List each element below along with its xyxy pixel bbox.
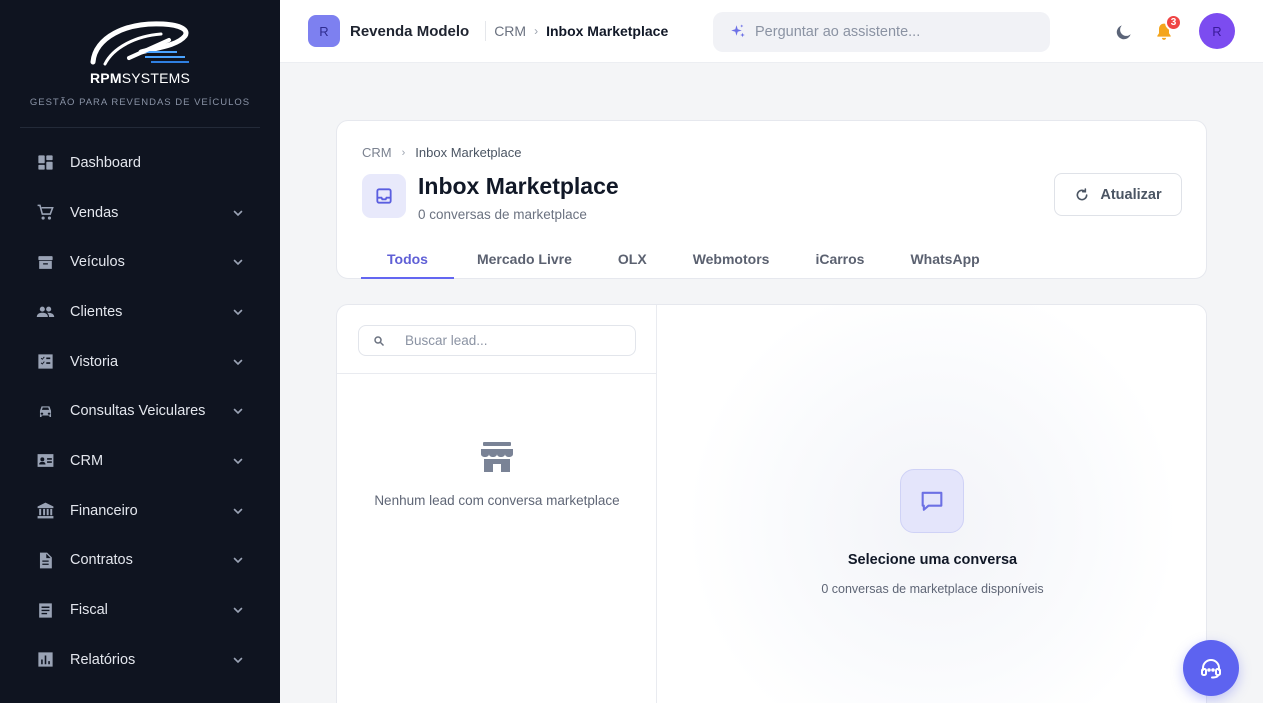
chevron-right-icon: › — [534, 24, 539, 38]
refresh-label: Atualizar — [1100, 186, 1162, 203]
chevron-down-icon — [233, 408, 243, 415]
tab-todos[interactable]: Todos — [361, 243, 454, 279]
divider — [485, 21, 487, 41]
sidebar-item-label: Veículos — [70, 254, 125, 271]
marketplace-tabs: Todos Mercado Livre OLX Webmotors iCarros Wha… — [361, 243, 1003, 279]
chevron-down-icon — [233, 309, 243, 316]
inbox-panel: Nenhum lead com conversa marketplace Sel… — [336, 304, 1207, 703]
sidebar-item-label: Consultas Veiculares — [70, 403, 206, 420]
empty-chat-title: Selecione uma conversa — [847, 552, 1018, 568]
chevron-down-icon — [233, 359, 243, 365]
sidebar-item-relatorios[interactable]: Relatórios — [0, 635, 280, 685]
sidebar-item-label: Clientes — [70, 303, 123, 320]
archive-icon — [36, 253, 55, 272]
refresh-button[interactable]: Atualizar — [1054, 173, 1182, 216]
sidebar-item-veiculos[interactable]: Veículos — [0, 237, 280, 287]
inbox-icon — [362, 174, 406, 218]
divider — [337, 373, 657, 374]
breadcrumb-current: Inbox Marketplace — [546, 23, 669, 39]
top-bar: R Revenda Modelo CRM › Inbox Marketplace… — [280, 0, 1263, 63]
org-name[interactable]: Revenda Modelo — [350, 23, 469, 40]
page-subtitle: 0 conversas de marketplace — [418, 207, 587, 222]
notification-badge: 3 — [1165, 14, 1182, 31]
sidebar-item-consultas-veiculares[interactable]: Consultas Veiculares — [0, 386, 280, 436]
user-avatar[interactable]: R — [1199, 13, 1235, 49]
store-icon — [481, 442, 513, 472]
sidebar-nav: Dashboard Vendas Veículos Clientes Vistoria C… — [0, 128, 280, 685]
page-title: Inbox Marketplace — [418, 173, 619, 199]
people-icon — [36, 302, 55, 321]
moon-icon[interactable] — [1114, 22, 1134, 42]
lead-list-pane: Nenhum lead com conversa marketplace — [337, 305, 657, 703]
sidebar-item-label: Dashboard — [70, 154, 141, 171]
lead-search-input[interactable] — [405, 333, 625, 348]
sidebar-item-label: Contratos — [70, 552, 133, 569]
dashboard-icon — [36, 153, 55, 172]
contact-card-icon — [36, 451, 55, 470]
chevron-down-icon — [233, 558, 243, 564]
brand-tagline: GESTÃO PARA REVENDAS DE VEÍCULOS — [29, 97, 251, 108]
empty-chat-subtitle: 0 conversas de marketplace disponíveis — [821, 582, 1044, 596]
chevron-down-icon — [233, 259, 243, 266]
headset-icon — [1201, 659, 1221, 679]
page-header-card: CRM › Inbox Marketplace Inbox Marketplac… — [336, 120, 1207, 279]
conversation-pane: Selecione uma conversa 0 conversas de ma… — [657, 305, 1206, 703]
rpm-logo-mark — [90, 21, 189, 66]
sidebar-item-label: Vistoria — [70, 353, 119, 370]
chevron-down-icon — [233, 607, 243, 614]
sidebar-item-crm[interactable]: CRM — [0, 436, 280, 486]
search-icon — [374, 335, 385, 346]
sidebar-item-fiscal[interactable]: Fiscal — [0, 585, 280, 635]
chevron-down-icon — [233, 657, 243, 663]
sidebar-item-dashboard[interactable]: Dashboard — [0, 138, 280, 188]
logo[interactable]: RPMSYSTEMS GESTÃO PARA REVENDAS DE VEÍCU… — [20, 0, 260, 128]
empty-leads-message: Nenhum lead com conversa marketplace — [374, 493, 620, 508]
car-icon — [36, 402, 55, 421]
tab-olx[interactable]: OLX — [595, 243, 670, 279]
chevron-down-icon — [233, 210, 243, 216]
sidebar-item-label: Fiscal — [70, 602, 108, 619]
sparkle-icon — [731, 24, 745, 38]
checklist-icon — [36, 352, 55, 371]
sidebar: RPMSYSTEMS GESTÃO PARA REVENDAS DE VEÍCU… — [0, 0, 280, 703]
page-breadcrumb-current: Inbox Marketplace — [415, 145, 522, 160]
sidebar-item-label: CRM — [70, 452, 104, 469]
sidebar-item-contratos[interactable]: Contratos — [0, 536, 280, 586]
sidebar-item-label: Financeiro — [70, 502, 138, 519]
document-icon — [36, 551, 55, 570]
bank-icon — [36, 501, 55, 520]
sidebar-item-label: Relatórios — [70, 651, 136, 668]
page-breadcrumb: CRM › Inbox Marketplace — [362, 145, 522, 160]
org-avatar[interactable]: R — [308, 15, 340, 47]
tab-mercado-livre[interactable]: Mercado Livre — [454, 243, 595, 279]
tab-webmotors[interactable]: Webmotors — [670, 243, 793, 279]
assistant-search[interactable] — [713, 12, 1050, 52]
sidebar-item-clientes[interactable]: Clientes — [0, 287, 280, 337]
lead-search[interactable] — [358, 325, 636, 356]
sidebar-item-label: Vendas — [70, 204, 119, 221]
sidebar-item-financeiro[interactable]: Financeiro — [0, 486, 280, 536]
chevron-right-icon: › — [401, 146, 406, 159]
breadcrumb-crm[interactable]: CRM — [494, 23, 526, 39]
chat-bubble-icon — [900, 469, 964, 533]
chevron-down-icon — [233, 508, 243, 514]
tab-icarros[interactable]: iCarros — [792, 243, 887, 279]
refresh-icon — [1076, 187, 1088, 200]
assistant-input[interactable] — [755, 24, 1035, 40]
page-breadcrumb-crm[interactable]: CRM — [362, 145, 392, 160]
breadcrumb: CRM › Inbox Marketplace — [494, 23, 668, 39]
support-chat-button[interactable] — [1183, 640, 1239, 696]
sidebar-item-vendas[interactable]: Vendas — [0, 188, 280, 238]
receipt-icon — [36, 601, 55, 620]
tab-whatsapp[interactable]: WhatsApp — [887, 243, 1002, 279]
sidebar-item-vistoria[interactable]: Vistoria — [0, 337, 280, 387]
chevron-down-icon — [233, 458, 243, 465]
bar-chart-icon — [36, 650, 55, 669]
cart-icon — [36, 203, 55, 222]
brand-name: RPMSYSTEMS — [89, 70, 191, 86]
